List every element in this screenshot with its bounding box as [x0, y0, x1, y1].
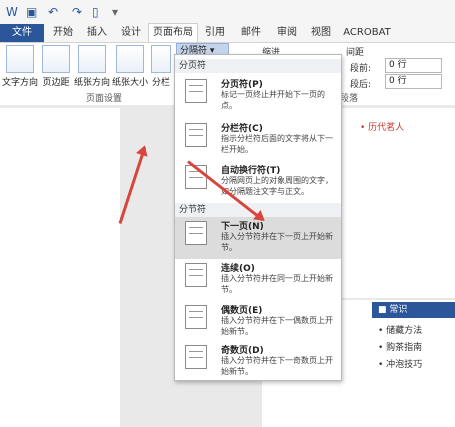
- sidebar-tag: • 历代茗人: [360, 123, 405, 133]
- columns-icon: [151, 45, 171, 73]
- group-label-paragraph: 段落: [340, 94, 359, 104]
- text-direction-icon: [6, 45, 34, 73]
- document-page-right[interactable]: • 历代茗人: [340, 108, 455, 298]
- tab-view[interactable]: 视图: [306, 24, 336, 42]
- menu-item-column-break[interactable]: 分栏符(C) 指示分栏符后面的文字将从下一栏开始。: [175, 119, 341, 161]
- space-after-label: 段后:: [350, 80, 372, 90]
- menu-item-continuous[interactable]: 连续(O) 插入分节符并在同一页上开始新节。: [175, 259, 341, 301]
- page-break-icon: [185, 79, 207, 103]
- even-page-icon: [185, 305, 207, 329]
- tab-review[interactable]: 审阅: [272, 24, 302, 42]
- columns-button[interactable]: 分栏: [150, 45, 172, 88]
- menu-item-even-page[interactable]: 偶数页(E) 插入分节符并在下一偶数页上开始新节。: [175, 301, 341, 341]
- text-direction-button[interactable]: 文字方向: [2, 45, 38, 88]
- menu-item-text-wrapping-break[interactable]: 自动换行符(T) 分隔网页上的对象周围的文字，如分隔题注文字与正文。: [175, 161, 341, 203]
- tab-insert[interactable]: 插入: [82, 24, 112, 42]
- size-button[interactable]: 纸张大小: [112, 45, 148, 88]
- quick-access-toolbar: W ▣ ↶ ↷ ▯ ▾: [0, 0, 455, 24]
- menu-item-odd-page[interactable]: 奇数页(D) 插入分节符并在下一奇数页上开始新节。: [175, 341, 341, 379]
- list-item[interactable]: • 购茶指南: [378, 340, 422, 353]
- menu-item-page-break[interactable]: 分页符(P) 标记一页终止并开始下一页的点。: [175, 75, 341, 119]
- redo-icon[interactable]: ↷: [72, 5, 82, 19]
- tab-home[interactable]: 开始: [48, 24, 78, 42]
- space-before-label: 段前:: [350, 64, 372, 74]
- tab-page-layout[interactable]: 页面布局: [148, 23, 198, 43]
- tab-mailings[interactable]: 邮件: [236, 24, 266, 42]
- ribbon-tabs: 文件 开始 插入 设计 页面布局 引用 邮件 审阅 视图 ACROBAT: [0, 23, 455, 43]
- tab-file[interactable]: 文件: [0, 24, 44, 42]
- new-document-icon[interactable]: ▯: [92, 5, 99, 19]
- undo-icon[interactable]: ↶: [48, 5, 58, 19]
- tab-design[interactable]: 设计: [116, 24, 146, 42]
- menu-header-page-breaks: 分页符: [175, 59, 341, 73]
- list-item[interactable]: • 冲泡技巧: [378, 357, 422, 370]
- space-before-field[interactable]: 0 行: [385, 58, 442, 73]
- list-item[interactable]: • 储藏方法: [378, 323, 422, 336]
- knowledge-header: ■ 常识: [372, 302, 455, 318]
- orientation-button[interactable]: 纸张方向: [74, 45, 110, 88]
- tab-acrobat[interactable]: ACROBAT: [342, 24, 392, 42]
- continuous-icon: [185, 263, 207, 287]
- word-logo-icon: W: [6, 5, 18, 19]
- next-page-icon: [185, 221, 207, 245]
- customize-qat-icon[interactable]: ▾: [112, 5, 118, 19]
- spacing-label: 间距: [346, 48, 365, 58]
- size-icon: [116, 45, 144, 73]
- orientation-icon: [78, 45, 106, 73]
- column-break-icon: [185, 123, 207, 147]
- margins-button[interactable]: 页边距: [40, 45, 72, 88]
- space-after-field[interactable]: 0 行: [385, 74, 442, 89]
- odd-page-icon: [185, 345, 207, 369]
- tab-references[interactable]: 引用: [200, 24, 230, 42]
- document-page[interactable]: [0, 108, 120, 427]
- group-label-page-setup: 页面设置: [86, 94, 123, 104]
- margins-icon: [42, 45, 70, 73]
- save-icon[interactable]: ▣: [26, 5, 37, 19]
